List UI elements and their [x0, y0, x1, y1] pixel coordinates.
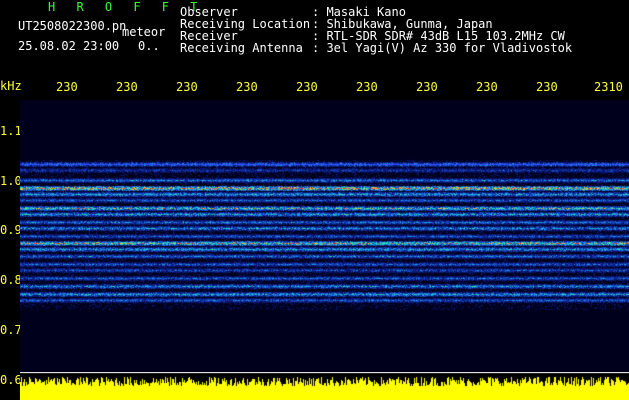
time-tick: 230 — [176, 80, 198, 94]
observation-datetime: 25.08.02 23:00 — [18, 39, 120, 53]
time-tick: 230 — [476, 80, 498, 94]
freq-tick: 0.6 — [0, 373, 22, 387]
meteor-label: meteor — [122, 25, 166, 39]
freq-tick: 1.0 — [0, 174, 22, 188]
freq-tick: 0.8 — [0, 273, 22, 287]
meteor-count: 0.. — [138, 39, 160, 53]
waterfall-spectrogram — [20, 100, 629, 372]
freq-unit-label: kHz — [0, 79, 22, 93]
time-tick: 2310 — [594, 80, 623, 94]
frequency-axis: 1.1 1.0 0.9 0.8 0.7 0.6 — [0, 100, 22, 400]
time-tick: 230 — [356, 80, 378, 94]
time-axis: kHz 230 230 230 230 230 230 230 230 230 … — [0, 74, 629, 100]
freq-tick: 0.9 — [0, 223, 22, 237]
time-tick: 230 — [536, 80, 558, 94]
antenna-value: : 3el Yagi(V) Az 330 for Vladivostok — [312, 41, 573, 55]
freq-tick: 0.7 — [0, 323, 22, 337]
time-tick: 230 — [416, 80, 438, 94]
spectrum-profile — [20, 372, 629, 400]
time-tick: 230 — [236, 80, 258, 94]
freq-tick: 1.1 — [0, 124, 22, 138]
header-panel: H R O F F T UT2508022300.pn meteor 25.08… — [0, 0, 629, 74]
time-tick: 230 — [56, 80, 78, 94]
time-tick: 230 — [296, 80, 318, 94]
time-tick: 230 — [116, 80, 138, 94]
image-filename: UT2508022300.pn — [18, 19, 127, 33]
antenna-label: Receiving Antenna — [180, 41, 303, 55]
